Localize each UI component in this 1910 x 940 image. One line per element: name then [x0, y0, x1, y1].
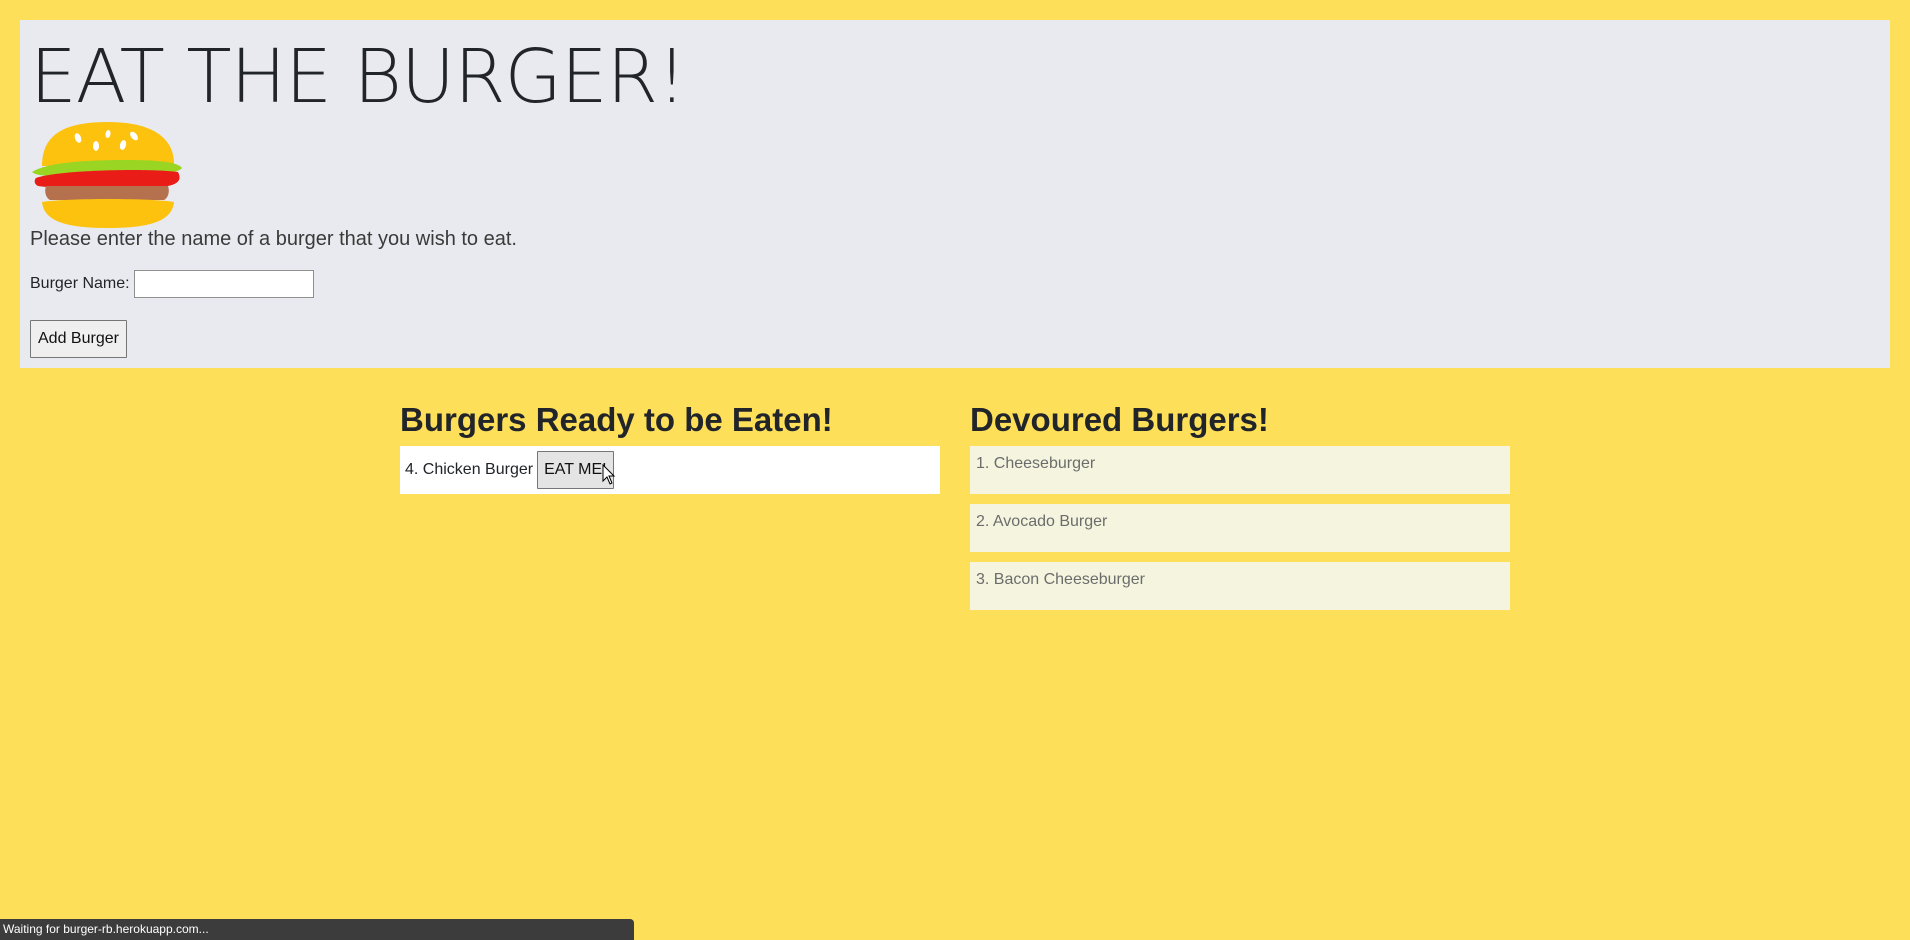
page-title: EAT THE BURGER! [30, 34, 687, 120]
add-burger-button[interactable]: Add Burger [30, 320, 127, 358]
ready-heading: Burgers Ready to be Eaten! [400, 401, 833, 438]
browser-status-bar: Waiting for burger-rb.herokuapp.com... [0, 919, 634, 940]
burger-form: Burger Name: [30, 270, 314, 298]
mouse-cursor-icon [602, 464, 616, 485]
prompt-text: Please enter the name of a burger that y… [30, 228, 517, 250]
devoured-burger-item: 1. Cheeseburger [970, 446, 1510, 494]
devoured-heading: Devoured Burgers! [970, 401, 1269, 438]
devoured-list: 1. Cheeseburger 2. Avocado Burger 3. Bac… [970, 446, 1510, 620]
jumbotron-header: EAT THE BURGER! Please enter the name of… [20, 20, 1890, 368]
ready-burger-item: 4. Chicken Burger EAT ME! [400, 446, 940, 494]
devoured-burger-item: 2. Avocado Burger [970, 504, 1510, 552]
devoured-burger-item: 3. Bacon Cheeseburger [970, 562, 1510, 610]
burger-icon [32, 122, 182, 228]
burger-name-label: Burger Name: [30, 275, 130, 292]
burger-name-input[interactable] [133, 270, 314, 298]
ready-burger-label: 4. Chicken Burger [405, 461, 534, 478]
